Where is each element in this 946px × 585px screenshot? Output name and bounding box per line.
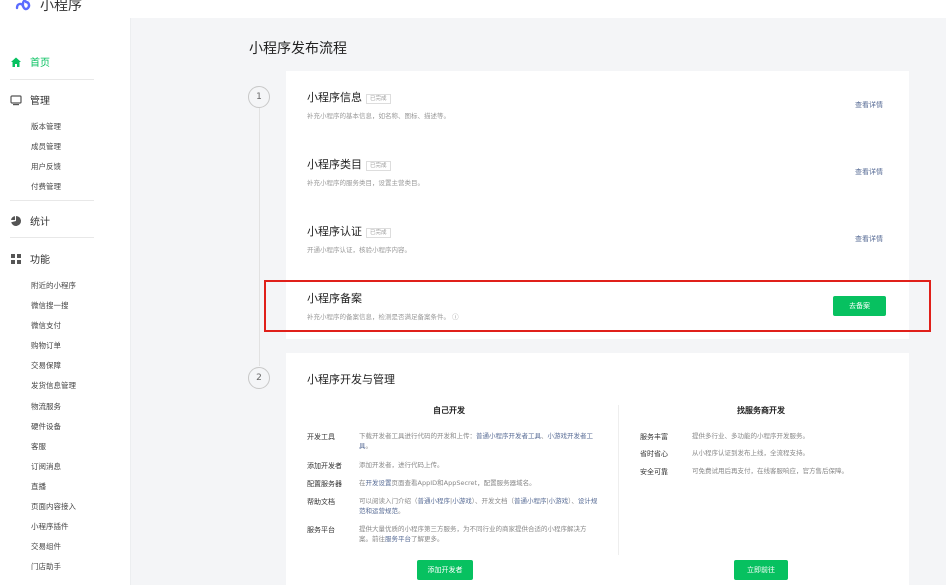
docs-minigame-link[interactable]: 小游戏 [549, 497, 569, 505]
row-text-server: 在开发设置页面查看AppID和AppSecret，配置服务器域名。 [359, 478, 536, 488]
go-now-button[interactable]: 立即前往 [734, 560, 788, 580]
row-text: 。 [398, 507, 405, 515]
dev-settings-link[interactable]: 开发设置 [366, 479, 392, 487]
item-title-info: 小程序信息 已完成 [307, 89, 391, 105]
sidebar-subitem-wxpay[interactable]: 微信支付 [31, 320, 61, 331]
item-title-category: 小程序类目 已完成 [307, 156, 391, 172]
mini-program-devtools-link[interactable]: 普通小程序开发者工具 [476, 432, 541, 440]
intro-minigame-link[interactable]: 小游戏 [452, 497, 472, 505]
sidebar-subitem-trade-guarantee[interactable]: 交易保障 [31, 360, 61, 371]
sidebar-divider [10, 237, 94, 238]
row-label-dev-tools: 开发工具 [307, 433, 335, 441]
home-icon [11, 57, 21, 67]
row-text-rich-services: 提供多行业、多功能的小程序开发服务。 [692, 432, 809, 440]
item-title-text: 小程序类目 [307, 158, 362, 171]
sidebar-subitem-store-assistant[interactable]: 门店助手 [31, 561, 61, 572]
row-text: 可以阅读入门介绍（ [359, 497, 418, 505]
item-title-text: 小程序认证 [307, 225, 362, 238]
sidebar-subitem-plugin[interactable]: 小程序插件 [31, 521, 69, 532]
row-label-secure: 安全可靠 [640, 468, 668, 476]
row-text-add-developer: 添加开发者，进行代码上传。 [359, 461, 444, 469]
sidebar-subitem-shipping-info[interactable]: 发货信息管理 [31, 380, 76, 391]
app-logo[interactable]: 小程序 [14, 0, 82, 15]
sidebar-divider [10, 79, 94, 80]
sidebar-subitem-trade-component[interactable]: 交易组件 [31, 541, 61, 552]
sidebar-subitem-members[interactable]: 成员管理 [31, 141, 61, 152]
row-label-docs: 帮助文档 [307, 498, 335, 506]
sidebar-subitem-nearby[interactable]: 附近的小程序 [31, 280, 76, 291]
add-developer-button[interactable]: 添加开发者 [417, 560, 473, 580]
row-label-rich-services: 服务丰富 [640, 433, 668, 441]
sidebar-subitem-feedback[interactable]: 用户反馈 [31, 161, 61, 172]
grid-icon [11, 253, 21, 264]
app-title: 小程序 [40, 0, 82, 14]
row-text-time-saving: 从小程序认证到发布上线，全流程支持。 [692, 449, 809, 457]
sidebar-subitem-payment[interactable]: 付费管理 [31, 181, 61, 192]
sidebar-item-features[interactable]: 功能 [10, 251, 50, 266]
item-desc-category: 补充小程序的服务类目，设置主营类目。 [307, 179, 424, 187]
sidebar-subitem-version[interactable]: 版本管理 [31, 121, 61, 132]
provider-dev-heading: 找服务商开发 [737, 406, 785, 415]
status-badge: 已完成 [366, 161, 391, 171]
monitor-icon [10, 94, 22, 105]
docs-mini-program-link[interactable]: 普通小程序 [514, 497, 547, 505]
column-divider [618, 405, 619, 555]
status-badge: 已完成 [366, 94, 391, 104]
row-text: ）、开发文档（ [471, 497, 514, 505]
service-platform-link[interactable]: 服务平台 [385, 535, 411, 543]
page-title: 小程序发布流程 [249, 41, 347, 57]
intro-mini-program-link[interactable]: 普通小程序 [418, 497, 451, 505]
row-text: 。 [365, 442, 373, 450]
sidebar-item-stats[interactable]: 统计 [10, 213, 50, 228]
step-number-1: 1 [248, 86, 270, 108]
step-connector [259, 108, 260, 366]
step-number-2: 2 [248, 367, 270, 389]
item-desc-verification: 开通小程序认证，核验小程序内容。 [307, 246, 411, 254]
row-label-server: 配置服务器 [307, 480, 342, 488]
row-text-secure: 可免费试用后再支付，在线客服响应，官方售后保障。 [692, 467, 848, 475]
highlight-box [264, 280, 931, 332]
sidebar-subitem-hardware[interactable]: 硬件设备 [31, 421, 61, 432]
row-text-dev-tools: 下载开发者工具进行代码的开发和上传：普通小程序开发者工具、小游戏开发者工具。 [359, 431, 599, 451]
sidebar-subitem-search[interactable]: 微信搜一搜 [31, 300, 69, 311]
row-text: 了解更多。 [411, 535, 444, 543]
sidebar-subitem-live[interactable]: 直播 [31, 481, 46, 492]
row-text: ）、 [568, 497, 578, 505]
row-label-add-developer: 添加开发者 [307, 462, 342, 470]
self-dev-heading: 自己开发 [433, 406, 465, 415]
sidebar-item-label: 管理 [30, 96, 50, 107]
sidebar-item-label: 统计 [30, 217, 50, 228]
row-text: 提供大量优质的小程序第三方服务，为不同行业的商家提供合适的小 [359, 525, 554, 533]
row-text: 下载开发者工具进行代码的开发和上传： [359, 432, 476, 440]
sidebar-item-home[interactable]: 首页 [10, 54, 50, 69]
sidebar-item-label: 首页 [30, 58, 50, 69]
miniprogram-logo-icon [15, 0, 31, 11]
sidebar-item-manage[interactable]: 管理 [10, 92, 50, 107]
view-details-verification-link[interactable]: 查看详情 [855, 234, 883, 244]
sidebar-subitem-orders[interactable]: 购物订单 [31, 340, 61, 351]
sidebar-item-label: 功能 [30, 255, 50, 266]
row-label-time-saving: 省时省心 [640, 450, 668, 458]
pie-chart-icon [11, 215, 22, 226]
top-bar: 小程序 [0, 0, 946, 18]
sidebar-subitem-customer-service[interactable]: 客服 [31, 441, 46, 452]
view-details-category-link[interactable]: 查看详情 [855, 167, 883, 177]
sidebar-subitem-subscribe-msg[interactable]: 订阅消息 [31, 461, 61, 472]
row-text-docs: 可以阅读入门介绍（普通小程序|小游戏）、开发文档（普通小程序|小游戏）、设计规范… [359, 496, 599, 516]
row-text: 页面查看AppID和AppSecret，配置服务器域名。 [391, 479, 536, 487]
view-details-info-link[interactable]: 查看详情 [855, 100, 883, 110]
row-text-service-platform: 提供大量优质的小程序第三方服务，为不同行业的商家提供合适的小程序解决方案。前往服… [359, 524, 599, 544]
dev-section-title: 小程序开发与管理 [307, 373, 395, 386]
item-title-text: 小程序信息 [307, 91, 362, 104]
sidebar-subitem-page-content[interactable]: 页面内容接入 [31, 501, 76, 512]
item-title-verification: 小程序认证 已完成 [307, 223, 391, 239]
row-label-service-platform: 服务平台 [307, 526, 335, 534]
item-desc-info: 补充小程序的基本信息，如名称、图标、描述等。 [307, 112, 450, 120]
status-badge: 已完成 [366, 228, 391, 238]
sidebar-subitem-logistics[interactable]: 物流服务 [31, 401, 61, 412]
sidebar-divider [10, 200, 94, 201]
